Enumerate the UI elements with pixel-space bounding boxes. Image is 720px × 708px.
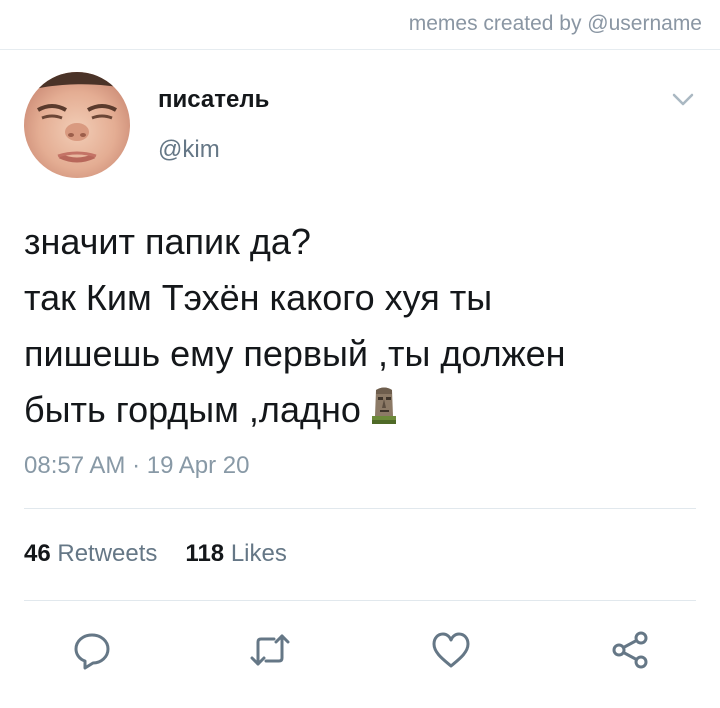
- retweets-count: 46: [24, 540, 51, 567]
- retweets-stat[interactable]: 46 Retweets: [24, 540, 157, 567]
- avatar-face-icon: [24, 72, 130, 178]
- watermark-bar: memes created by @username: [0, 0, 720, 50]
- display-name[interactable]: писатель: [158, 86, 269, 114]
- moai-icon: [369, 386, 399, 426]
- reply-icon[interactable]: [68, 626, 116, 674]
- tweet-timestamp[interactable]: 08:57 AM · 19 Apr 20: [24, 452, 249, 480]
- watermark-text: memes created by @username: [408, 12, 702, 35]
- user-handle[interactable]: @kim: [158, 136, 220, 164]
- tweet-text-line-last: быть гордым ,ладно: [24, 382, 714, 438]
- retweets-label: Retweets: [57, 540, 158, 567]
- action-bar: [0, 626, 720, 674]
- avatar[interactable]: [24, 72, 130, 178]
- divider: [24, 600, 696, 601]
- tweet-text: значит папик да? так Ким Тэхён какого ху…: [24, 214, 714, 438]
- tweet-text-line: так Ким Тэхён какого хуя ты: [24, 277, 493, 318]
- retweet-icon[interactable]: [246, 626, 294, 674]
- tweet-text-line: пишешь ему первый ,ты должен: [24, 333, 566, 374]
- tweet-text-line-content: быть гордым ,ладно: [24, 389, 361, 430]
- share-icon[interactable]: [606, 626, 654, 674]
- divider: [24, 508, 696, 509]
- chevron-down-icon[interactable]: [672, 92, 694, 108]
- tweet-stats: 46 Retweets 118 Likes: [24, 540, 287, 568]
- likes-stat[interactable]: 118 Likes: [185, 540, 286, 567]
- likes-label: Likes: [230, 540, 287, 567]
- tweet-text-line: значит папик да?: [24, 221, 311, 262]
- like-icon[interactable]: [427, 626, 475, 674]
- likes-count: 118: [185, 540, 225, 567]
